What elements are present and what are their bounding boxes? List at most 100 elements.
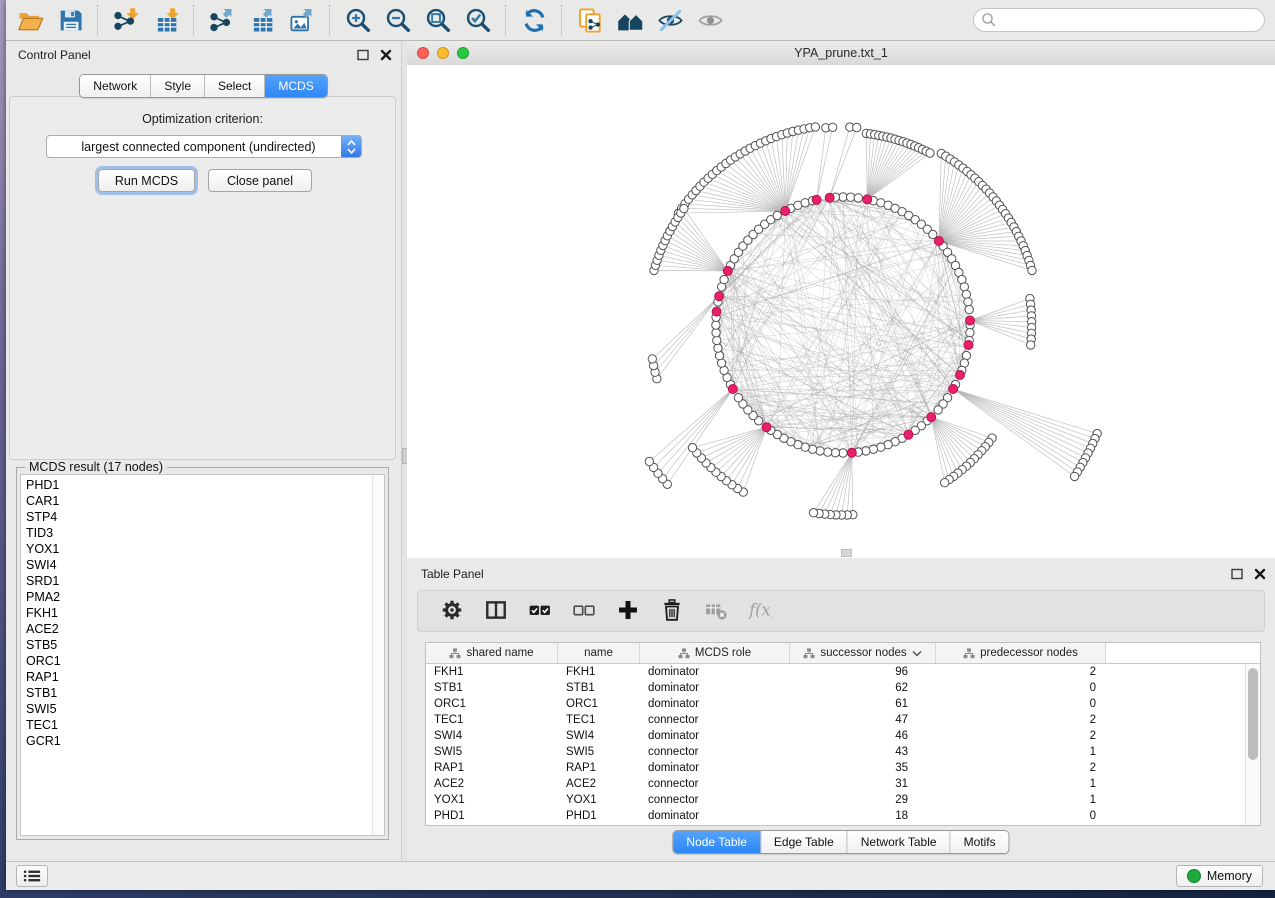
column-header-MCDS-role[interactable]: MCDS role [640,643,790,663]
graph-dominator-node[interactable] [781,207,790,216]
refresh-button[interactable] [514,3,554,37]
column-header-shared-name[interactable]: shared name [426,643,558,663]
graph-dominator-node[interactable] [728,385,737,394]
deselect-all-button[interactable] [566,595,602,627]
close-table-panel-button[interactable] [1253,567,1267,581]
tab-motifs[interactable]: Motifs [950,831,1009,853]
graph-dominator-node[interactable] [966,316,975,325]
table-scrollbar[interactable] [1245,664,1260,825]
graph-node[interactable] [965,305,973,313]
graph-node[interactable] [869,445,877,453]
close-panel-button-secondary[interactable]: Close panel [208,169,312,192]
delete-row-button[interactable] [654,595,690,627]
add-row-button[interactable] [610,595,646,627]
graph-node[interactable] [680,204,688,212]
graph-dominator-node[interactable] [904,430,913,439]
column-header-predecessor-nodes[interactable]: predecessor nodes [936,643,1106,663]
hide-selected-button[interactable] [650,3,690,37]
tab-style[interactable]: Style [150,75,204,97]
graph-node[interactable] [839,193,847,201]
import-table-button[interactable] [146,3,186,37]
tab-network[interactable]: Network [80,75,150,97]
zoom-selected-button[interactable] [458,3,498,37]
select-all-button[interactable] [522,595,558,627]
tab-mcds[interactable]: MCDS [264,75,326,97]
graph-node[interactable] [966,329,974,337]
graph-dominator-node[interactable] [712,307,721,316]
graph-node[interactable] [773,211,781,219]
mcds-result-list[interactable]: PHD1CAR1STP4TID3YOX1SWI4SRD1PMA2FKH1ACE2… [20,474,385,836]
graph-node[interactable] [1028,266,1036,274]
search-input[interactable] [973,8,1265,32]
graph-node[interactable] [926,149,934,157]
graph-node[interactable] [734,394,742,402]
graph-dominator-node[interactable] [934,237,943,246]
graph-dominator-node[interactable] [723,266,732,275]
table-row[interactable]: STB1STB1dominator620 [426,680,1260,696]
graph-node[interactable] [862,447,870,455]
graph-node[interactable] [712,321,720,329]
graph-node[interactable] [941,479,949,487]
horizontal-splitter-handle[interactable] [841,549,852,557]
graph-node[interactable] [831,449,839,457]
clone-network-button[interactable] [570,3,610,37]
graph-dominator-node[interactable] [927,413,936,422]
graph-dominator-node[interactable] [762,423,771,432]
export-table-button[interactable] [242,3,282,37]
tab-select[interactable]: Select [204,75,264,97]
table-row[interactable]: ACE2ACE2connector311 [426,776,1260,792]
graph-dominator-node[interactable] [715,292,724,301]
save-button[interactable] [50,3,90,37]
criterion-dropdown[interactable]: largest connected component (undirected) [46,135,362,158]
table-row[interactable]: TEC1TEC1connector472 [426,712,1260,728]
table-row[interactable]: SWI4SWI4dominator462 [426,728,1260,744]
graph-node[interactable] [648,355,656,363]
graph-node[interactable] [934,406,942,414]
graph-node[interactable] [962,290,970,298]
show-all-button[interactable] [690,3,730,37]
memory-button[interactable]: Memory [1176,865,1263,887]
graph-node[interactable] [688,444,696,452]
import-network-button[interactable] [106,3,146,37]
column-header-successor-nodes[interactable]: successor nodes [790,643,936,663]
toggle-panel-button[interactable] [478,595,514,627]
graph-node[interactable] [809,509,817,517]
graph-node[interactable] [1027,341,1035,349]
table-row[interactable]: RAP1RAP1dominator352 [426,760,1260,776]
network-canvas[interactable] [407,65,1275,558]
tab-edge-table[interactable]: Edge Table [760,831,847,853]
graph-node[interactable] [816,447,824,455]
open-folder-button[interactable] [10,3,50,37]
float-table-panel-button[interactable] [1230,567,1244,581]
float-panel-button[interactable] [356,48,370,62]
graph-node[interactable] [713,336,721,344]
graph-node[interactable] [854,194,862,202]
graph-node[interactable] [839,449,847,457]
close-panel-button[interactable] [379,48,393,62]
graph-node[interactable] [964,298,972,306]
table-row[interactable]: SWI5SWI5connector431 [426,744,1260,760]
graph-node[interactable] [712,329,720,337]
graph-node[interactable] [714,344,722,352]
graph-node[interactable] [715,351,723,359]
graph-dominator-node[interactable] [956,371,965,380]
table-scrollbar-thumb[interactable] [1248,668,1258,760]
graph-node[interactable] [720,275,728,283]
graph-dominator-node[interactable] [847,448,856,457]
graph-node[interactable] [811,123,819,131]
graph-dominator-node[interactable] [949,385,958,394]
zoom-fit-button[interactable] [418,3,458,37]
result-list-scrollbar[interactable] [372,475,384,835]
graph-node[interactable] [846,193,854,201]
graph-node[interactable] [853,123,861,131]
graph-dominator-node[interactable] [863,195,872,204]
graph-dominator-node[interactable] [812,195,821,204]
first-neighbors-button[interactable] [610,3,650,37]
graph-dominator-node[interactable] [825,193,834,202]
graph-node[interactable] [824,448,832,456]
zoom-in-button[interactable] [338,3,378,37]
table-row[interactable]: ORC1ORC1dominator610 [426,696,1260,712]
panel-menu-button[interactable] [16,865,48,887]
graph-node[interactable] [828,123,836,131]
tab-network-table[interactable]: Network Table [847,831,950,853]
